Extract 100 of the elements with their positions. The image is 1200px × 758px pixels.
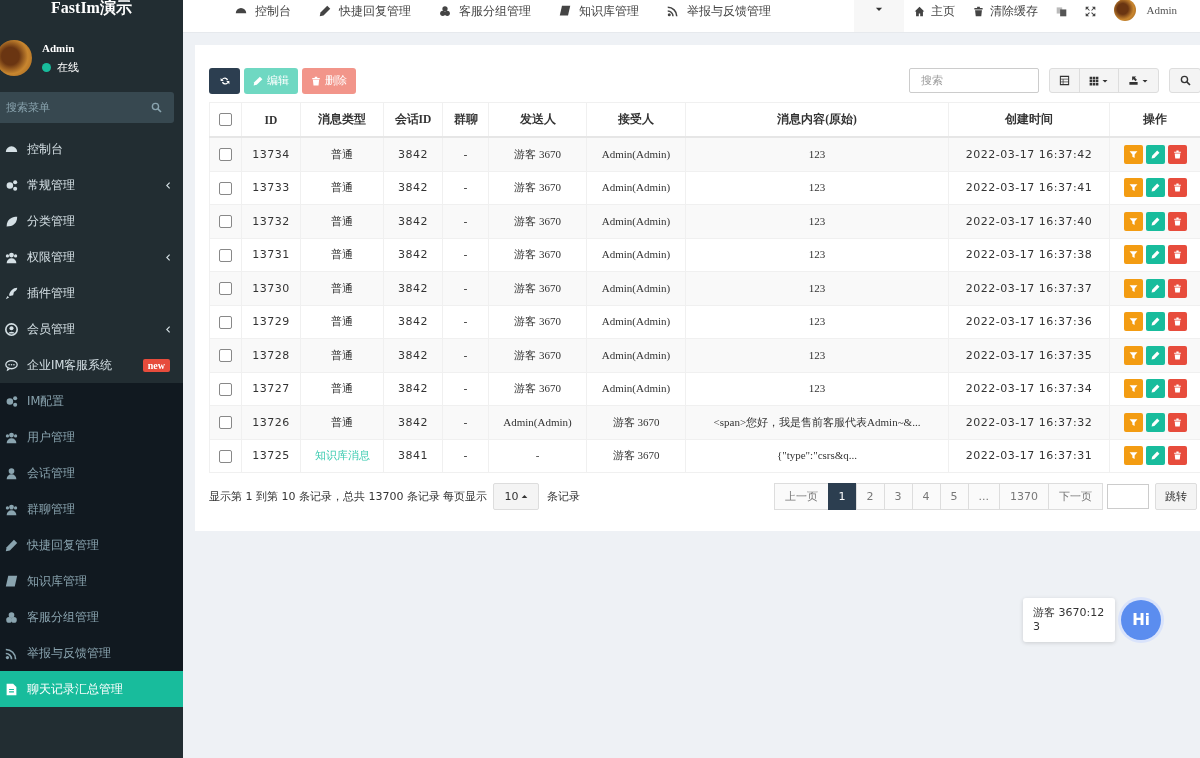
delete-button[interactable] <box>1167 446 1187 466</box>
edit-button[interactable] <box>1145 379 1165 399</box>
nav-tab[interactable]: 举报与反馈管理 <box>667 3 785 19</box>
table-cell: 2022-03-17 16:37:35 <box>965 348 1093 362</box>
row-checkbox[interactable] <box>219 449 232 463</box>
row-checkbox[interactable] <box>219 215 232 228</box>
filter-button[interactable] <box>1123 379 1143 399</box>
nav-link[interactable]: 清除缓存 <box>973 3 1039 19</box>
sidebar-item[interactable]: 权限管理 <box>0 239 183 275</box>
row-checkbox[interactable] <box>219 248 232 262</box>
search-button[interactable] <box>1169 68 1200 93</box>
nav-tab[interactable]: 控制台 <box>235 3 305 19</box>
row-checkbox[interactable] <box>219 382 232 396</box>
filter-button[interactable] <box>1123 278 1143 298</box>
filter-button[interactable] <box>1123 178 1143 198</box>
edit-button[interactable] <box>1145 446 1165 466</box>
nav-tab[interactable]: 快捷回复管理 <box>319 3 425 19</box>
delete-button[interactable] <box>1167 178 1187 198</box>
page-button[interactable]: 5 <box>939 483 969 510</box>
table-cell: - <box>463 315 468 329</box>
sidebar-item[interactable]: IM配置 <box>0 383 183 419</box>
book-icon <box>5 574 18 588</box>
trash-icon <box>973 5 985 17</box>
page-size-dropdown[interactable]: 10 <box>493 483 540 510</box>
edit-button[interactable] <box>1145 211 1165 231</box>
delete-button[interactable] <box>1167 412 1187 432</box>
table-cell: 游客 3670 <box>514 181 561 194</box>
filter-button[interactable] <box>1123 312 1143 332</box>
page-input[interactable] <box>1107 484 1149 509</box>
delete-button[interactable] <box>1167 345 1187 365</box>
pencil-icon <box>1150 183 1160 193</box>
filter-icon <box>1128 350 1138 360</box>
edit-button[interactable] <box>1145 144 1165 164</box>
table-cell: Admin(Admin) <box>601 382 671 395</box>
table-cell: 普通 <box>331 415 353 429</box>
page-button[interactable]: 上一页 <box>773 483 829 510</box>
page-button[interactable]: 1370 <box>999 483 1049 510</box>
nav-tab[interactable]: 客服分组管理 <box>439 3 545 19</box>
sidebar-item[interactable]: 举报与反馈管理 <box>0 635 183 671</box>
edit-button[interactable] <box>1145 312 1165 332</box>
edit-button[interactable] <box>1145 245 1165 265</box>
new-badge: new <box>142 358 170 372</box>
filter-button[interactable] <box>1123 345 1143 365</box>
sidebar-item[interactable]: 快捷回复管理 <box>0 527 183 563</box>
table-cell: 3842 <box>398 248 428 262</box>
filter-button[interactable] <box>1123 211 1143 231</box>
filter-button[interactable] <box>1123 412 1143 432</box>
delete-button[interactable] <box>1167 211 1187 231</box>
delete-button[interactable] <box>1167 312 1187 332</box>
edit-button[interactable] <box>1145 178 1165 198</box>
sidebar-item[interactable]: 分类管理 <box>0 203 183 239</box>
page-button[interactable]: 1 <box>827 483 857 510</box>
table-cell: 3841 <box>398 449 428 463</box>
row-checkbox[interactable] <box>219 148 232 161</box>
records-label: 条记录 <box>547 489 581 504</box>
jump-button[interactable]: 跳转 <box>1155 483 1197 510</box>
select-all-checkbox[interactable] <box>219 113 232 127</box>
table-cell: 普通 <box>331 382 353 396</box>
filter-button[interactable] <box>1123 446 1143 466</box>
edit-button[interactable] <box>1145 412 1165 432</box>
refresh-button[interactable] <box>209 67 240 94</box>
avatar[interactable] <box>1114 0 1137 21</box>
row-checkbox[interactable] <box>219 315 232 329</box>
row-checkbox[interactable] <box>219 349 232 362</box>
nav-link[interactable]: 主页 <box>914 3 956 19</box>
sidebar-item[interactable]: 群聊管理 <box>0 491 183 527</box>
sidebar-item[interactable]: 用户管理 <box>0 419 183 455</box>
edit-button[interactable] <box>1145 345 1165 365</box>
filter-button[interactable] <box>1123 144 1143 164</box>
row-checkbox[interactable] <box>219 181 232 195</box>
search-field[interactable]: 搜索菜单 <box>0 92 174 123</box>
page-button[interactable]: 3 <box>883 483 913 510</box>
row-checkbox[interactable] <box>219 416 232 429</box>
page-button[interactable]: 4 <box>911 483 941 510</box>
sidebar-item[interactable]: 客服分组管理 <box>0 599 183 635</box>
edit-button[interactable] <box>1145 278 1165 298</box>
sidebar-item[interactable]: 会员管理 <box>0 311 183 347</box>
sidebar-item[interactable]: 知识库管理 <box>0 563 183 599</box>
sidebar-item[interactable]: 控制台 <box>0 131 183 167</box>
filter-button[interactable] <box>1123 245 1143 265</box>
page-button[interactable]: 下一页 <box>1048 483 1103 510</box>
table-cell: - <box>463 147 468 161</box>
delete-button[interactable] <box>1167 278 1187 298</box>
table-cell: Admin(Admin) <box>503 415 572 428</box>
delete-button[interactable] <box>1167 144 1187 164</box>
delete-button[interactable] <box>1167 379 1187 399</box>
sidebar-item[interactable]: 常规管理 <box>0 167 183 203</box>
column-header: 消息内容(原始) <box>777 113 857 125</box>
table-cell: 游客 3670 <box>514 281 561 294</box>
table-cell: 13732 <box>252 214 290 228</box>
sidebar-item[interactable]: 插件管理 <box>0 275 183 311</box>
trash-icon <box>1172 183 1182 193</box>
delete-button[interactable] <box>1167 245 1187 265</box>
nav-tab[interactable]: 知识库管理 <box>559 3 653 19</box>
user-menu[interactable]: Admin <box>1146 4 1177 16</box>
page-button[interactable]: 2 <box>855 483 885 510</box>
sidebar-item[interactable]: 会话管理 <box>0 455 183 491</box>
row-checkbox[interactable] <box>219 282 232 295</box>
user-name: Admin <box>42 41 76 54</box>
sidebar-item[interactable]: 企业IM客服系统 new <box>0 347 183 383</box>
